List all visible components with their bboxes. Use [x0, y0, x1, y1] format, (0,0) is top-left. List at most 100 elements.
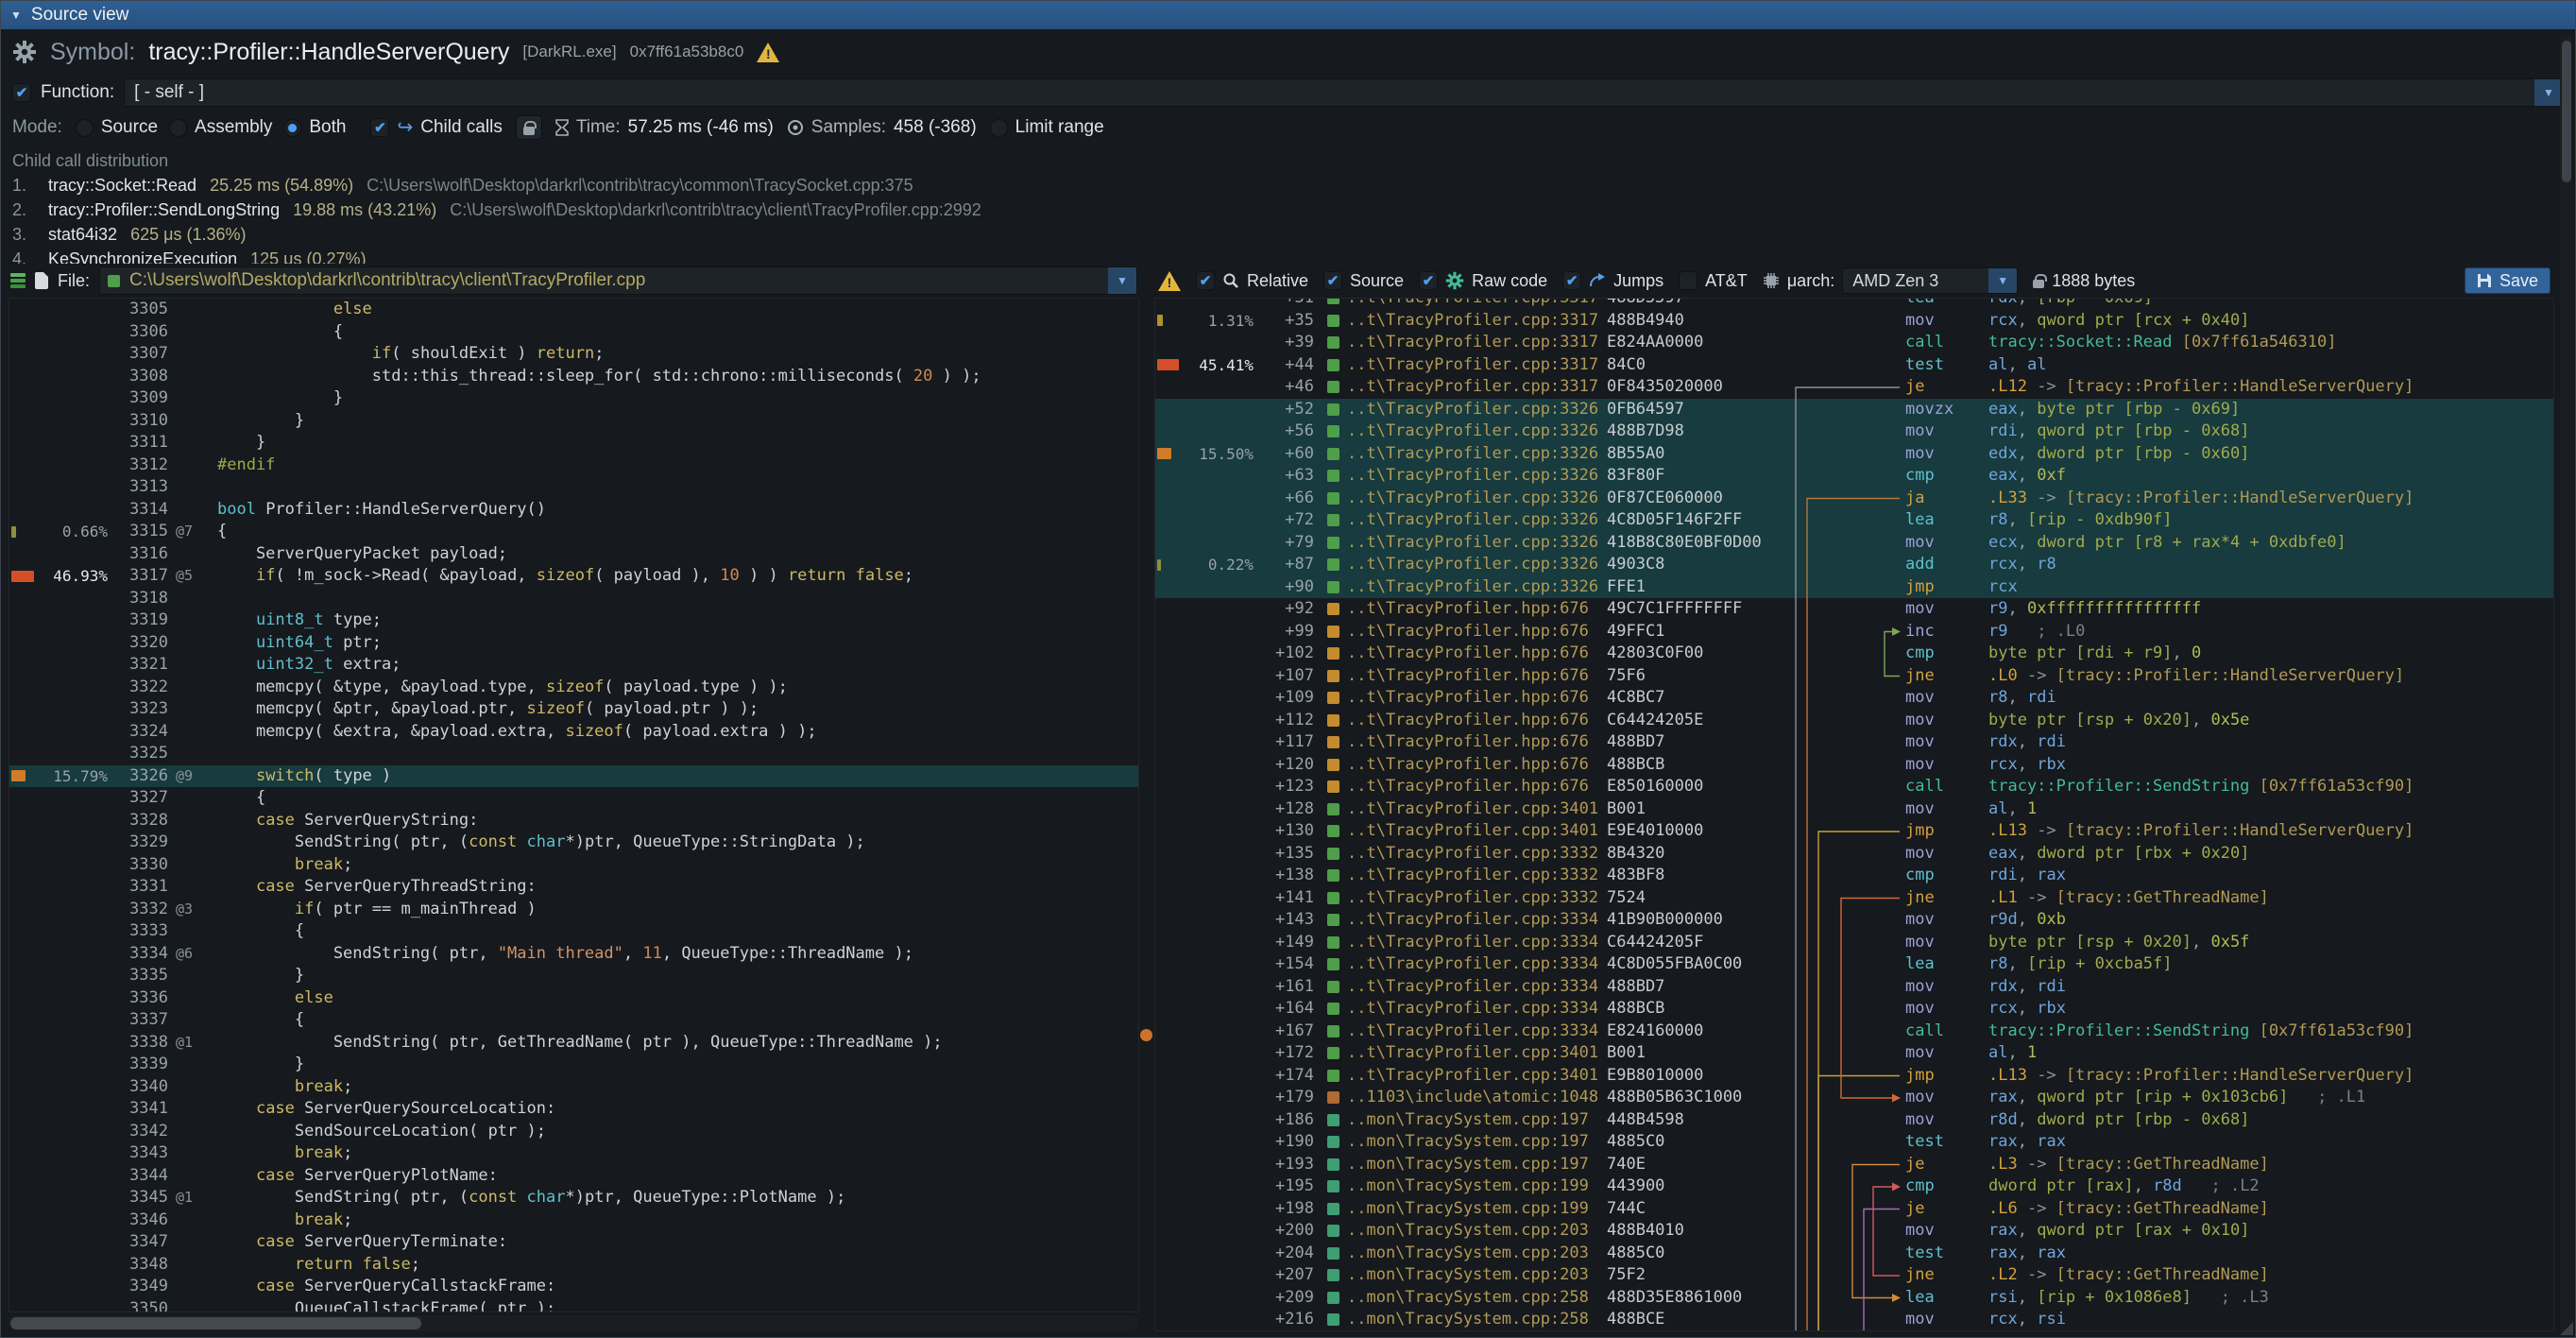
asm-row[interactable]: +31..t\TracyProfiler.cpp:3317488D5597lea… [1155, 298, 2553, 310]
source-location[interactable]: ..mon\TracySystem.cpp:197 [1314, 1131, 1607, 1154]
source-location[interactable]: ..t\TracyProfiler.hpp:676 [1314, 710, 1607, 732]
source-line[interactable]: 46.93%3317@5 if( !m_sock->Read( &payload… [9, 565, 1138, 588]
source-line[interactable]: 3320 uint64_t ptr; [9, 632, 1138, 655]
asm-row[interactable]: +195..mon\TracySystem.cpp:199443900cmpdw… [1155, 1175, 2553, 1198]
source-line[interactable]: 3321 uint32_t extra; [9, 654, 1138, 677]
asm-row[interactable]: +216..mon\TracySystem.cpp:258488BCEmovrc… [1155, 1309, 2553, 1331]
source-location[interactable]: ..1103\include\atomic:1048 [1314, 1087, 1607, 1109]
source-location[interactable]: ..t\TracyProfiler.hpp:676 [1314, 665, 1607, 688]
child-call-item[interactable]: 1.tracy::Socket::Read25.25 ms (54.89%)C:… [12, 173, 2564, 197]
source-location[interactable]: ..mon\TracySystem.cpp:197 [1314, 1109, 1607, 1132]
source-location[interactable]: ..t\TracyProfiler.cpp:3401 [1314, 1042, 1607, 1065]
source-line[interactable]: 3331 case ServerQueryThreadString: [9, 876, 1138, 899]
file-select[interactable]: C:\Users\wolf\Desktop\darkrl\contrib\tra… [99, 266, 1137, 295]
source-location[interactable]: ..t\TracyProfiler.cpp:3326 [1314, 443, 1607, 466]
asm-row[interactable]: +128..t\TracyProfiler.cpp:3401B001moval,… [1155, 798, 2553, 821]
source-line[interactable]: 3332@3 if( ptr == m_mainThread ) [9, 899, 1138, 921]
function-checkbox[interactable] [12, 83, 31, 102]
source-location[interactable]: ..t\TracyProfiler.cpp:3326 [1314, 420, 1607, 443]
source-line[interactable]: 3309 } [9, 387, 1138, 410]
source-line[interactable]: 3345@1 SendString( ptr, (const char*)ptr… [9, 1187, 1138, 1209]
radio-icon[interactable] [76, 119, 94, 137]
source-location[interactable]: ..t\TracyProfiler.cpp:3401 [1314, 820, 1607, 843]
source-location[interactable]: ..t\TracyProfiler.hpp:676 [1314, 643, 1607, 665]
relative-toggle[interactable]: Relative [1196, 271, 1308, 291]
source-location[interactable]: ..mon\TracySystem.cpp:199 [1314, 1175, 1607, 1198]
source-line[interactable]: 3313 [9, 476, 1138, 499]
asm-row[interactable]: +79..t\TracyProfiler.cpp:3326418B8C80E0B… [1155, 532, 2553, 555]
source-location[interactable]: ..t\TracyProfiler.cpp:3326 [1314, 465, 1607, 488]
asm-row[interactable]: +66..t\TracyProfiler.cpp:33260F87CE06000… [1155, 488, 2553, 510]
asm-row[interactable]: +179..1103\include\atomic:1048488B05B63C… [1155, 1087, 2553, 1109]
child-call-item[interactable]: 3.stat64i32625 μs (1.36%) [12, 222, 2564, 247]
source-location[interactable]: ..t\TracyProfiler.cpp:3326 [1314, 576, 1607, 599]
source-horizontal-scrollbar[interactable] [9, 1315, 1139, 1331]
source-location[interactable]: ..t\TracyProfiler.cpp:3334 [1314, 1021, 1607, 1043]
source-location[interactable]: ..t\TracyProfiler.cpp:3317 [1314, 310, 1607, 333]
asm-row[interactable]: +99..t\TracyProfiler.hpp:67649FFC1incr9 … [1155, 621, 2553, 643]
source-line[interactable]: 3306 { [9, 321, 1138, 344]
asm-row[interactable]: +198..mon\TracySystem.cpp:199744Cje.L6 -… [1155, 1198, 2553, 1221]
asm-row[interactable]: +123..t\TracyProfiler.hpp:676E850160000c… [1155, 776, 2553, 798]
source-location[interactable]: ..t\TracyProfiler.cpp:3326 [1314, 488, 1607, 510]
asm-row[interactable]: +190..mon\TracySystem.cpp:1974885C0testr… [1155, 1131, 2553, 1154]
collapse-icon[interactable]: ▼ [10, 9, 22, 22]
raw-code-toggle[interactable]: Raw code [1419, 271, 1547, 291]
source-line[interactable]: 3339 } [9, 1054, 1138, 1076]
asm-row[interactable]: +143..t\TracyProfiler.cpp:333441B90B0000… [1155, 909, 2553, 932]
asm-row[interactable]: 15.50%+60..t\TracyProfiler.cpp:33268B55A… [1155, 443, 2553, 466]
uarch-select[interactable]: AMD Zen 3 ▼ [1842, 267, 2018, 294]
source-location[interactable]: ..mon\TracySystem.cpp:258 [1314, 1309, 1607, 1331]
jumps-toggle[interactable]: Jumps [1562, 271, 1663, 291]
pane-divider[interactable] [1139, 264, 1154, 1331]
source-line[interactable]: 3333 { [9, 920, 1138, 943]
asm-row[interactable]: +112..t\TracyProfiler.hpp:676C64424205Em… [1155, 710, 2553, 732]
source-line[interactable]: 3338@1 SendString( ptr, GetThreadName( p… [9, 1032, 1138, 1055]
asm-row[interactable]: +56..t\TracyProfiler.cpp:3326488B7D98mov… [1155, 420, 2553, 443]
asm-row[interactable]: +109..t\TracyProfiler.hpp:6764C8BC7movr8… [1155, 687, 2553, 710]
source-location[interactable]: ..t\TracyProfiler.hpp:676 [1314, 687, 1607, 710]
asm-row[interactable]: +164..t\TracyProfiler.cpp:3334488BCBmovr… [1155, 998, 2553, 1021]
source-line[interactable]: 3335 } [9, 965, 1138, 987]
att-checkbox[interactable] [1679, 271, 1697, 290]
source-location[interactable]: ..t\TracyProfiler.hpp:676 [1314, 731, 1607, 754]
source-line[interactable]: 3322 memcpy( &type, &payload.type, sizeo… [9, 677, 1138, 699]
asm-row[interactable]: +172..t\TracyProfiler.cpp:3401B001moval,… [1155, 1042, 2553, 1065]
file-list-icon[interactable] [10, 273, 26, 288]
source-location[interactable]: ..mon\TracySystem.cpp:203 [1314, 1220, 1607, 1243]
asm-row[interactable]: +161..t\TracyProfiler.cpp:3334488BD7movr… [1155, 976, 2553, 999]
child-call-item[interactable]: 2.tracy::Profiler::SendLongString19.88 m… [12, 197, 2564, 222]
splitter-handle[interactable] [1140, 1029, 1152, 1041]
source-checkbox[interactable] [1323, 271, 1342, 290]
asm-row[interactable]: +141..t\TracyProfiler.cpp:33327524jne.L1… [1155, 887, 2553, 910]
asm-row[interactable]: +52..t\TracyProfiler.cpp:33260FB64597mov… [1155, 399, 2553, 421]
source-line[interactable]: 3325 [9, 743, 1138, 765]
asm-row[interactable]: +193..mon\TracySystem.cpp:197740Eje.L3 -… [1155, 1154, 2553, 1176]
source-line[interactable]: 3328 case ServerQueryString: [9, 810, 1138, 832]
mode-option-assembly[interactable]: Assembly [169, 117, 272, 138]
asm-row[interactable]: +186..mon\TracySystem.cpp:197448B4598mov… [1155, 1109, 2553, 1132]
att-toggle[interactable]: AT&T [1679, 271, 1748, 291]
radio-icon[interactable] [283, 119, 301, 137]
source-line[interactable]: 3314bool Profiler::HandleServerQuery() [9, 499, 1138, 522]
limit-range-radio[interactable] [990, 119, 1008, 137]
source-line[interactable]: 3348 return false; [9, 1254, 1138, 1277]
chevron-down-icon[interactable]: ▼ [1988, 268, 2017, 293]
source-location[interactable]: ..t\TracyProfiler.cpp:3332 [1314, 887, 1607, 910]
source-line[interactable]: 3343 break; [9, 1142, 1138, 1165]
propagate-lock-button[interactable] [516, 115, 542, 140]
source-line[interactable]: 3349 case ServerQueryCallstackFrame: [9, 1276, 1138, 1298]
source-location[interactable]: ..t\TracyProfiler.cpp:3332 [1314, 843, 1607, 866]
source-line[interactable]: 3350 QueueCallstackFrame( ptr ); [9, 1298, 1138, 1313]
asm-row[interactable]: +174..t\TracyProfiler.cpp:3401E9B8010000… [1155, 1065, 2553, 1088]
source-line[interactable]: 3310 } [9, 410, 1138, 433]
asm-row[interactable]: +107..t\TracyProfiler.hpp:67675F6jne.L0 … [1155, 665, 2553, 688]
asm-row[interactable]: +72..t\TracyProfiler.cpp:33264C8D05F146F… [1155, 509, 2553, 532]
asm-row[interactable]: +200..mon\TracySystem.cpp:203488B4010mov… [1155, 1220, 2553, 1243]
mode-option-source[interactable]: Source [76, 117, 158, 138]
function-select[interactable]: [ - self - ] ▼ [124, 78, 2564, 107]
source-location[interactable]: ..t\TracyProfiler.cpp:3317 [1314, 332, 1607, 354]
source-location[interactable]: ..t\TracyProfiler.cpp:3401 [1314, 1065, 1607, 1088]
source-line[interactable]: 3311 } [9, 432, 1138, 455]
source-location[interactable]: ..mon\TracySystem.cpp:203 [1314, 1264, 1607, 1287]
